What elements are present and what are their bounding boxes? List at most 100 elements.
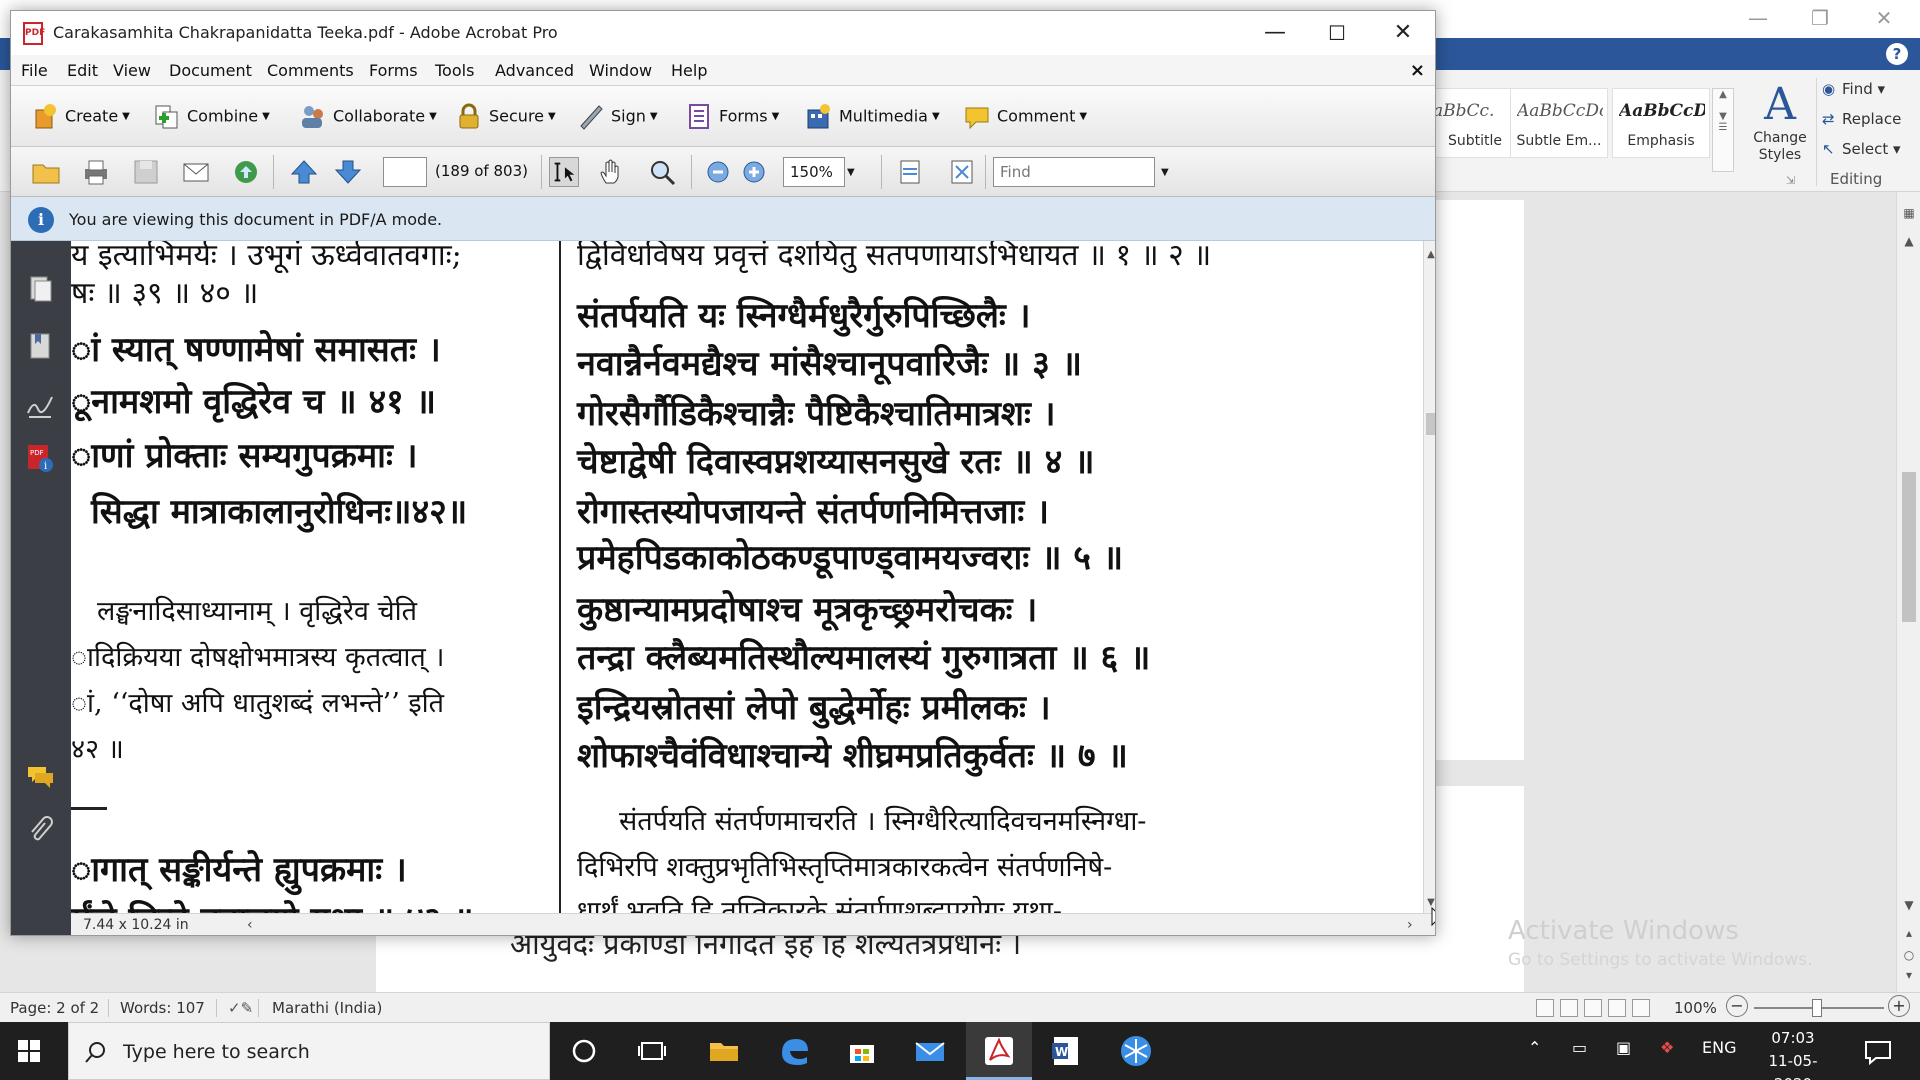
draft-view-icon[interactable]	[1632, 999, 1650, 1017]
pdf-vertical-scrollbar[interactable]: ▲ ▼	[1423, 241, 1435, 913]
zoom-dropdown-icon[interactable]: ▼	[847, 167, 855, 178]
app-tray-icon[interactable]: ❖	[1660, 1038, 1674, 1057]
sign-button[interactable]: Sign ▼	[577, 102, 658, 134]
system-clock[interactable]: 07:03 11-05-2020	[1750, 1027, 1836, 1080]
edge-browser-icon[interactable]	[776, 1033, 812, 1069]
word-close-button[interactable]: ✕	[1856, 4, 1912, 32]
styles-dialog-launcher-icon[interactable]: ⇲	[1786, 174, 1795, 187]
cortana-icon[interactable]	[566, 1033, 602, 1069]
cloud-share-icon[interactable]	[231, 157, 261, 187]
select-button[interactable]: ↖ Select ▾	[1822, 140, 1901, 168]
menu-forms[interactable]: Forms	[369, 61, 418, 80]
pdf-scroll-thumb[interactable]	[1426, 413, 1435, 435]
full-screen-reading-icon[interactable]	[1560, 999, 1578, 1017]
language-indicator[interactable]: Marathi (India)	[272, 999, 382, 1017]
pages-panel-icon[interactable]	[25, 273, 55, 303]
create-button[interactable]: Create ▼	[31, 102, 130, 134]
help-icon[interactable]: ?	[1886, 43, 1908, 65]
scroll-up-icon[interactable]: ▲	[1897, 234, 1920, 248]
menu-edit[interactable]: Edit	[67, 61, 98, 80]
word-count[interactable]: Words: 107	[120, 999, 205, 1017]
fit-page-icon[interactable]	[947, 157, 977, 187]
ruler-toggle-icon[interactable]: ▦	[1897, 206, 1920, 220]
browse-object-icon[interactable]: ○	[1897, 948, 1920, 962]
style-gallery-scroll[interactable]: ▲ ▼ ☰	[1712, 88, 1734, 172]
menu-help[interactable]: Help	[671, 61, 707, 80]
menu-tools[interactable]: Tools	[435, 61, 474, 80]
mail-icon[interactable]	[912, 1033, 948, 1069]
hand-tool-icon[interactable]	[597, 157, 627, 187]
scroll-left-icon[interactable]: ‹	[247, 917, 253, 933]
bookmarks-panel-icon[interactable]	[25, 331, 55, 361]
collaborate-button[interactable]: Collaborate ▼	[299, 102, 437, 134]
windows-start-icon[interactable]	[18, 1040, 40, 1062]
menu-advanced[interactable]: Advanced	[495, 61, 574, 80]
print-layout-view-icon[interactable]	[1536, 999, 1554, 1017]
scroll-down-icon[interactable]: ▼	[1897, 898, 1920, 912]
forms-button[interactable]: Forms ▼	[685, 102, 779, 134]
find-input[interactable]: Find	[993, 157, 1155, 187]
word-icon[interactable]: W	[1048, 1033, 1084, 1069]
combine-button[interactable]: Combine ▼	[153, 102, 270, 134]
menu-comments[interactable]: Comments	[267, 61, 354, 80]
network-icon[interactable]: ▣	[1616, 1038, 1631, 1057]
input-language-indicator[interactable]: ENG	[1702, 1038, 1736, 1057]
maximize-button[interactable]: ☐	[1311, 19, 1363, 47]
previous-page-icon[interactable]	[289, 157, 319, 187]
acrobat-taskbar-button[interactable]	[966, 1022, 1032, 1080]
comment-button[interactable]: Comment ▼	[963, 102, 1087, 134]
pdf-document-view[interactable]: य इत्याभिमर्यः । उभूगं ऊर्ध्ववातवगाः; षः…	[71, 241, 1423, 913]
scroll-up-icon[interactable]: ▲	[1424, 249, 1435, 260]
zoom-slider-knob[interactable]	[1812, 999, 1822, 1017]
replace-button[interactable]: ⇄ Replace	[1822, 110, 1901, 138]
multimedia-button[interactable]: Multimedia ▼	[805, 102, 940, 134]
secure-button[interactable]: Secure ▼	[455, 102, 556, 134]
save-icon[interactable]	[131, 157, 161, 187]
menu-view[interactable]: View	[113, 61, 151, 80]
minimize-button[interactable]: —	[1249, 19, 1301, 47]
fit-width-icon[interactable]	[895, 157, 925, 187]
next-page-icon[interactable]	[333, 157, 363, 187]
zoom-in-icon[interactable]: +	[1888, 995, 1910, 1017]
word-minimize-button[interactable]: —	[1730, 4, 1786, 32]
open-folder-icon[interactable]	[31, 157, 61, 187]
notifications-icon[interactable]	[1860, 1033, 1896, 1069]
next-page-icon[interactable]: ▾	[1897, 968, 1920, 982]
pdfa-standards-icon[interactable]: PDFi	[25, 443, 55, 473]
web-layout-icon[interactable]	[1584, 999, 1602, 1017]
signatures-panel-icon[interactable]	[25, 391, 55, 421]
select-text-tool-icon[interactable]	[549, 157, 579, 187]
taskbar-search-box[interactable]: Type here to search	[68, 1022, 550, 1080]
proofing-check-icon[interactable]: ✓✎	[228, 999, 253, 1017]
close-button[interactable]: ✕	[1377, 19, 1429, 47]
change-styles-button[interactable]: A Change Styles	[1740, 80, 1820, 180]
scroll-right-icon[interactable]: ›	[1407, 917, 1413, 933]
page-indicator[interactable]: Page: 2 of 2	[10, 999, 99, 1017]
microsoft-store-icon[interactable]	[844, 1033, 880, 1069]
print-icon[interactable]	[81, 157, 111, 187]
close-document-icon[interactable]: ×	[1410, 60, 1425, 81]
email-icon[interactable]	[181, 157, 211, 187]
task-view-icon[interactable]	[634, 1033, 670, 1069]
word-vertical-scrollbar[interactable]: ▦ ▲ ▼ ▴ ○ ▾	[1896, 192, 1920, 992]
find-button[interactable]: ◉ Find ▾	[1822, 80, 1885, 108]
previous-page-icon[interactable]: ▴	[1897, 926, 1920, 940]
outline-view-icon[interactable]	[1608, 999, 1626, 1017]
zoom-out-icon[interactable]	[703, 157, 733, 187]
marquee-zoom-icon[interactable]	[647, 157, 677, 187]
file-explorer-icon[interactable]	[706, 1033, 742, 1069]
attachments-panel-icon[interactable]	[25, 815, 55, 845]
style-tile-emphasis[interactable]: AaBbCcDc Emphasis	[1612, 88, 1710, 158]
word-restore-button[interactable]: ❐	[1792, 4, 1848, 32]
page-number-input[interactable]	[383, 157, 427, 187]
zoom-level[interactable]: 100%	[1674, 999, 1717, 1017]
zoom-level-input[interactable]: 150%	[783, 157, 845, 187]
style-tile-subtle-emphasis[interactable]: AaBbCcDc Subtle Em...	[1510, 88, 1608, 158]
comments-panel-icon[interactable]	[25, 761, 55, 791]
menu-file[interactable]: File	[21, 61, 48, 80]
menu-window[interactable]: Window	[589, 61, 652, 80]
zoom-out-icon[interactable]: −	[1726, 995, 1748, 1017]
show-hidden-icons[interactable]: ⌃	[1528, 1038, 1541, 1057]
word-scroll-thumb[interactable]	[1902, 472, 1916, 622]
battery-icon[interactable]: ▭	[1572, 1038, 1587, 1057]
